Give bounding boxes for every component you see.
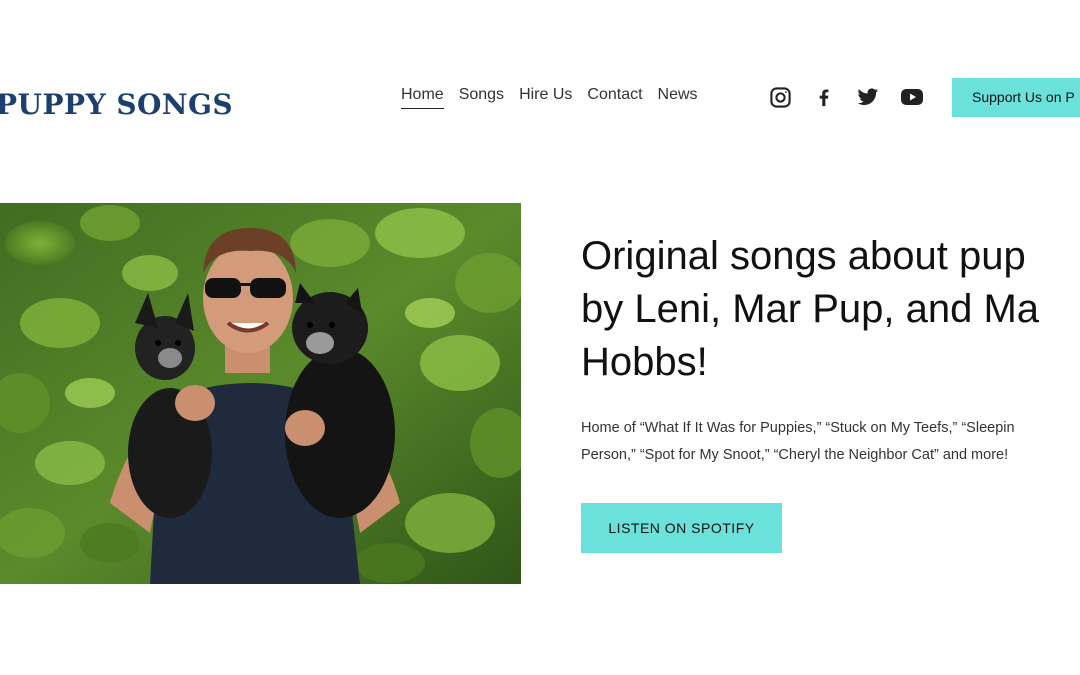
- youtube-icon[interactable]: [900, 85, 924, 109]
- hero-description: Home of “What If It Was for Puppies,” “S…: [581, 420, 1015, 463]
- site-logo[interactable]: PUPPY SONGS: [0, 88, 233, 121]
- nav-item-songs[interactable]: Songs: [459, 86, 504, 108]
- nav-item-news[interactable]: News: [658, 86, 698, 108]
- page: PUPPY SONGS Home Songs Hire Us Contact N…: [0, 0, 1080, 675]
- main-nav: Home Songs Hire Us Contact News: [401, 86, 698, 109]
- facebook-icon[interactable]: [812, 85, 836, 109]
- man-holding-dogs-image: [0, 203, 521, 584]
- instagram-icon[interactable]: [768, 85, 792, 109]
- nav-item-home[interactable]: Home: [401, 86, 444, 109]
- twitter-icon[interactable]: [856, 85, 880, 109]
- hero-title: Original songs about pup by Leni, Mar Pu…: [581, 234, 1040, 384]
- listen-on-spotify-button[interactable]: LISTEN ON SPOTIFY: [581, 503, 782, 553]
- nav-item-contact[interactable]: Contact: [587, 86, 642, 108]
- nav-item-hire-us[interactable]: Hire Us: [519, 86, 572, 108]
- social-links: [768, 85, 924, 109]
- support-us-button[interactable]: Support Us on P: [952, 78, 1080, 117]
- hero-photo: [0, 203, 521, 584]
